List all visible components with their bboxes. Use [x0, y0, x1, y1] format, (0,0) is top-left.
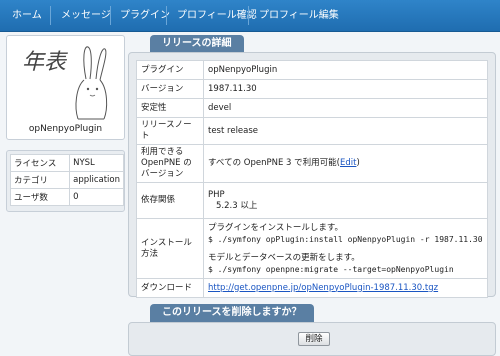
release-details-table: プラグイン opNenpyoPlugin バージョン 1987.11.30 安定… [136, 60, 488, 298]
category-label: カテゴリ [9, 171, 71, 189]
table-row: 依存関係 PHP 5.2.3 以上 [136, 182, 488, 219]
nenpyo-rabbit-logo: 年表 [22, 46, 108, 120]
version-label: バージョン [136, 79, 204, 99]
nav-profile-edit[interactable]: プロフィール編集 [249, 0, 349, 31]
install-cell: プラグインをインストールします。 $ ./symfony opPlugin:in… [203, 218, 488, 279]
deps-cell: PHP 5.2.3 以上 [203, 182, 488, 219]
table-row: ダウンロード http://get.openpne.jp/opNenpyoPlu… [136, 278, 488, 298]
version-value: 1987.11.30 [203, 79, 488, 99]
nav-home[interactable]: ホーム [2, 0, 52, 31]
avatar[interactable]: 年表 [10, 39, 120, 122]
delete-section-title: このリリースを削除しますか？ [150, 304, 314, 322]
deps-label: 依存関係 [136, 182, 204, 219]
install-command-2: $ ./symfony openpne:migrate --target=opN… [208, 264, 454, 274]
profile-box: 年表 opNenpyoPlugin [6, 35, 125, 140]
install-line3: モデルとデータベースの更新をします。 [208, 252, 360, 263]
plugin-value: opNenpyoPlugin [203, 60, 488, 80]
table-row: インストール方法 プラグインをインストールします。 $ ./symfony op… [136, 218, 488, 279]
table-row: 利用できる OpenPNE のバージョン すべての OpenPNE 3 で利用可… [136, 144, 488, 183]
user-count-value: 0 [69, 188, 124, 206]
release-details-panel: プラグイン opNenpyoPlugin バージョン 1987.11.30 安定… [128, 52, 496, 298]
install-command-1: $ ./symfony opPlugin:install opNenpyoPlu… [208, 234, 483, 244]
download-cell: http://get.openpne.jp/opNenpyoPlugin-198… [203, 278, 488, 298]
table-row: プラグイン opNenpyoPlugin [136, 60, 488, 80]
download-link[interactable]: http://get.openpne.jp/opNenpyoPlugin-198… [208, 283, 438, 293]
install-label: インストール方法 [136, 218, 204, 279]
user-count-label: ユーザ数 [9, 188, 71, 206]
table-row: ユーザ数 0 [9, 188, 124, 206]
table-row: バージョン 1987.11.30 [136, 79, 488, 99]
deps-line2: 5.2.3 以上 [216, 200, 258, 211]
license-label: ライセンス [9, 154, 71, 172]
download-label: ダウンロード [136, 278, 204, 298]
table-row: 安定性 devel [136, 98, 488, 118]
table-row: リリースノート test release [136, 117, 488, 145]
plugin-label: プラグイン [136, 60, 204, 80]
install-line1: プラグインをインストールします。 [208, 222, 343, 233]
plugin-info-table: ライセンス NYSL カテゴリ application ユーザ数 0 [9, 154, 124, 206]
deps-line1: PHP [208, 189, 225, 200]
compat-cell: すべての OpenPNE 3 で利用可能(Edit) [203, 144, 488, 183]
edit-link[interactable]: Edit [340, 158, 356, 168]
category-value: application [69, 171, 124, 189]
compat-label: 利用できる OpenPNE のバージョン [136, 144, 204, 183]
release-note-label: リリースノート [136, 117, 204, 145]
compat-value: すべての OpenPNE 3 で利用可能 [208, 158, 337, 168]
license-value: NYSL [69, 154, 124, 172]
table-row: カテゴリ application [9, 171, 124, 189]
plugin-info-box: ライセンス NYSL カテゴリ application ユーザ数 0 [6, 150, 125, 212]
release-note-value: test release [203, 117, 488, 145]
stability-label: 安定性 [136, 98, 204, 118]
profile-name: opNenpyoPlugin [28, 124, 103, 134]
release-section-title: リリースの詳細 [150, 35, 244, 53]
avatar-logo-text: 年表 [22, 50, 68, 75]
delete-button[interactable]: 削除 [298, 332, 330, 346]
table-row: ライセンス NYSL [9, 154, 124, 172]
delete-panel: 削除 [128, 322, 496, 356]
top-nav: ホーム メッセージ プラグイン プロフィール確認 プロフィール編集 [0, 0, 500, 32]
stability-value: devel [203, 98, 488, 118]
